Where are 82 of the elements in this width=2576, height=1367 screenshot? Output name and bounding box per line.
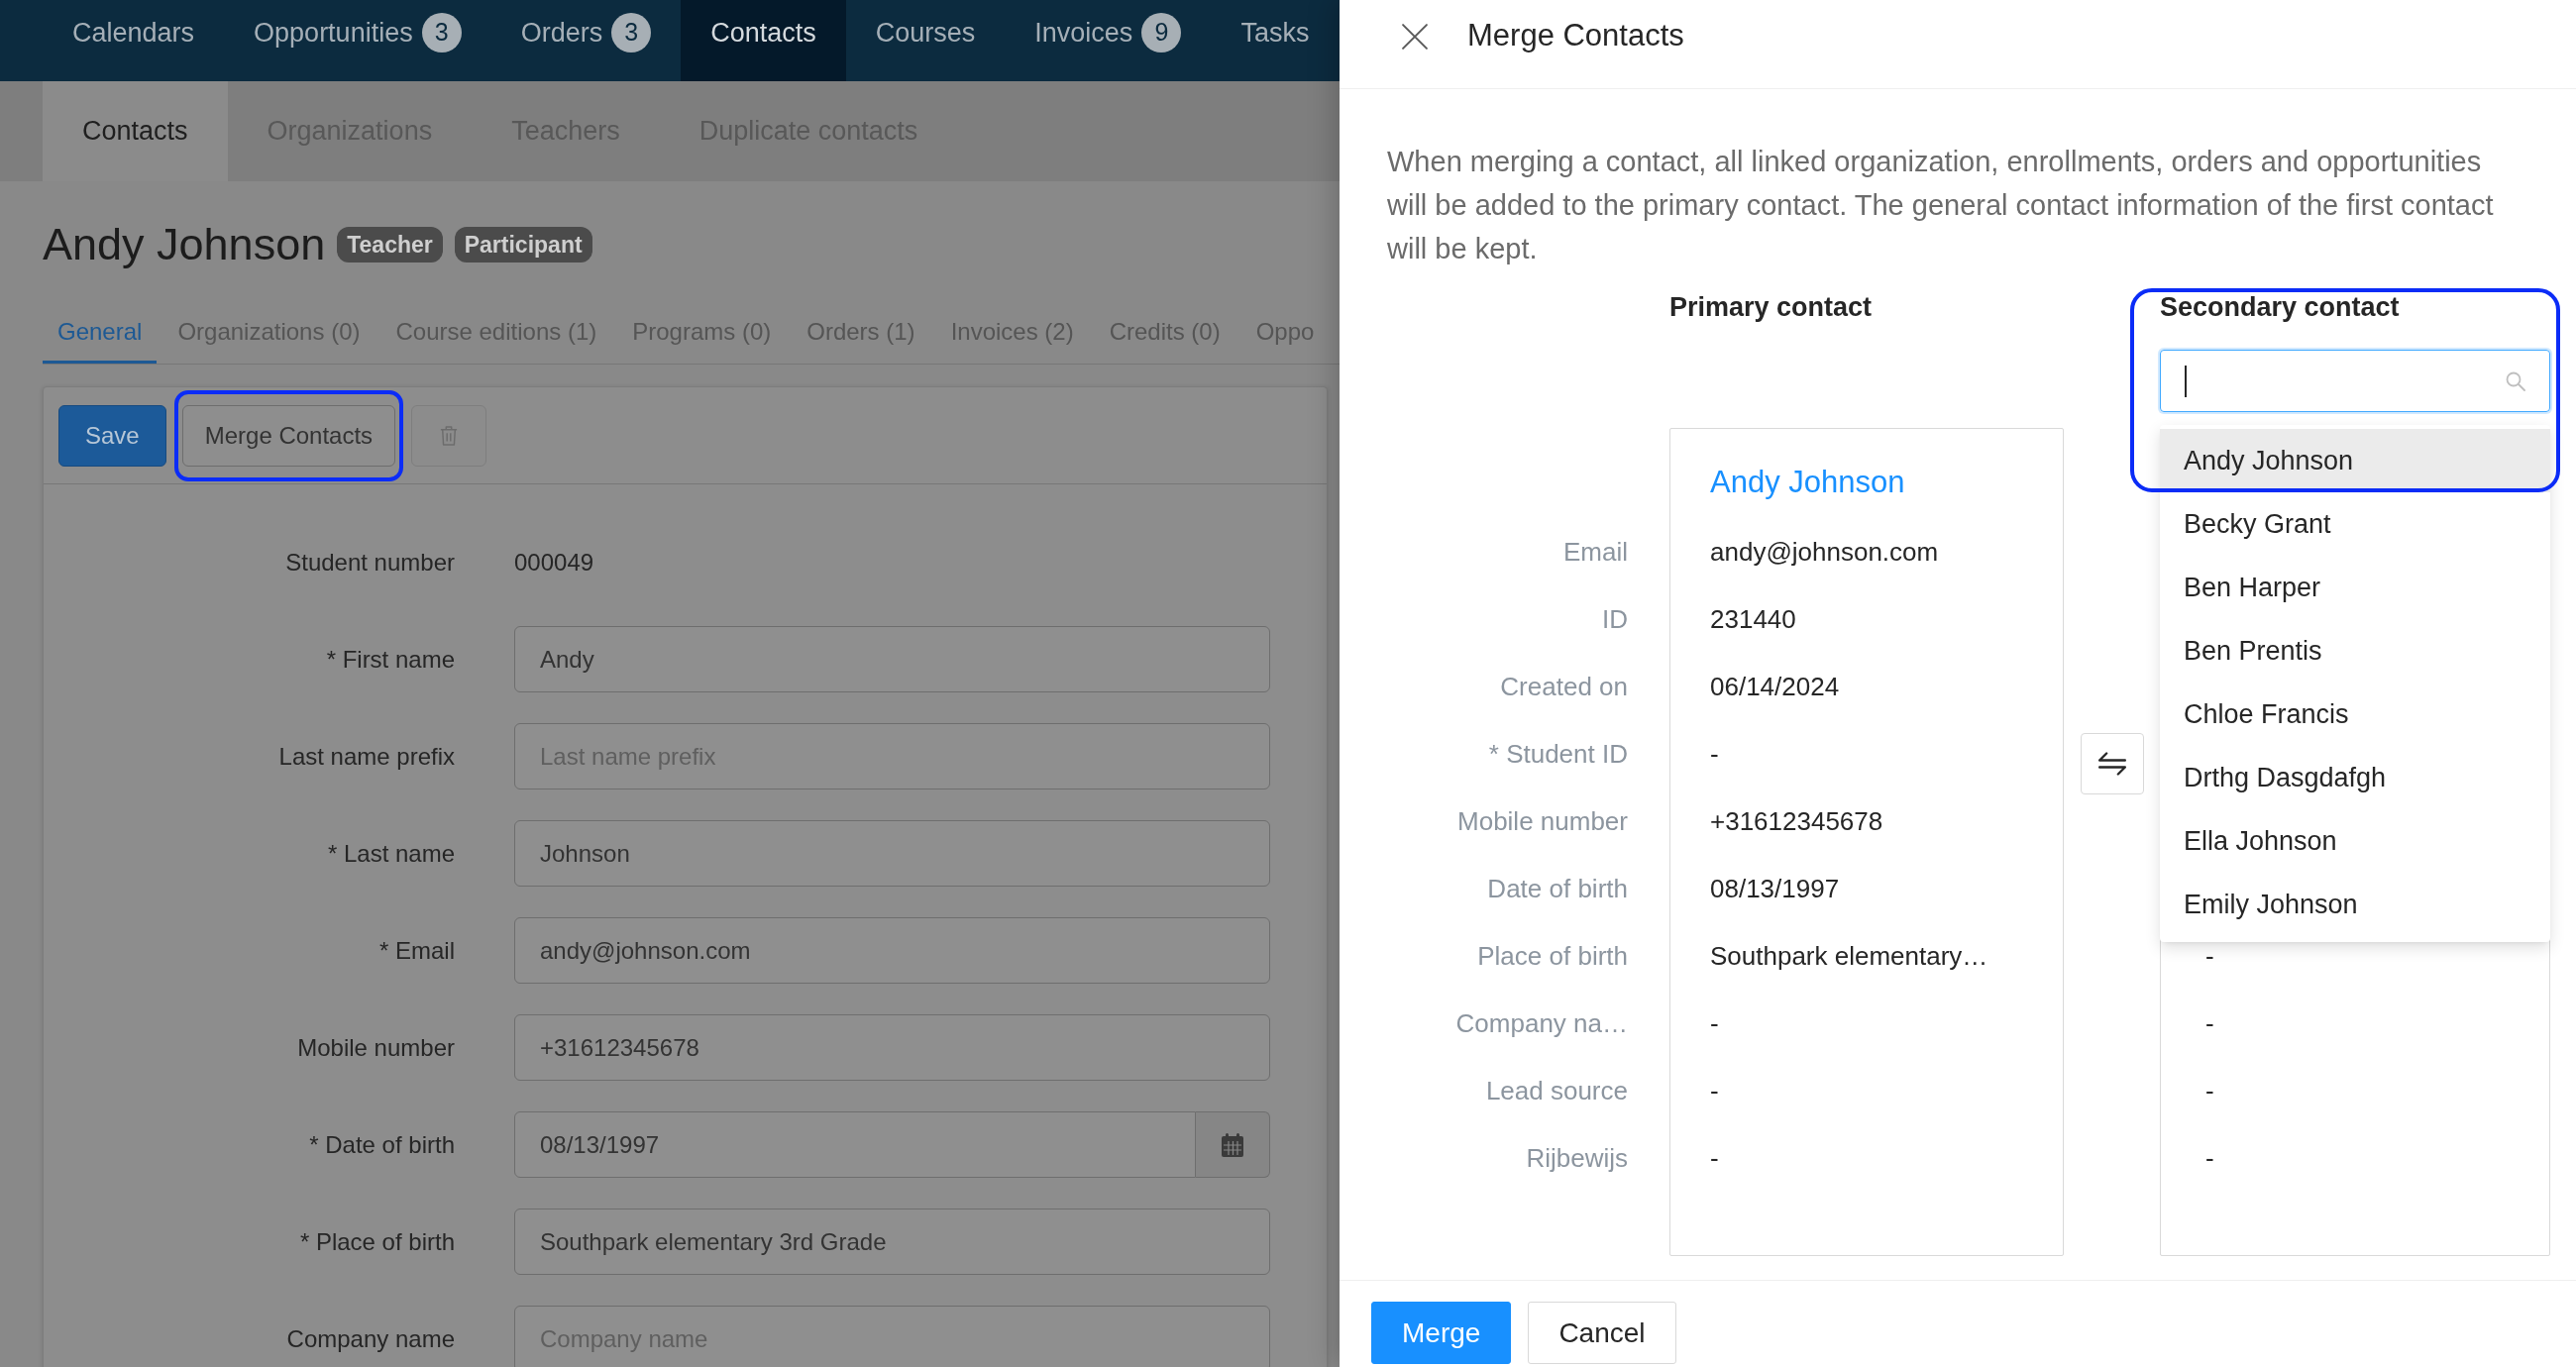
calendar-button[interactable] bbox=[1196, 1111, 1270, 1178]
field-label: Date of birth bbox=[1486, 872, 1628, 905]
text-field[interactable]: Southpark elementary 3rd Grade bbox=[514, 1209, 1270, 1275]
date-field[interactable]: 08/13/1997 bbox=[514, 1111, 1196, 1178]
field-label: * Place of birth bbox=[298, 1226, 455, 1257]
dropdown-option[interactable]: Emily Johnson bbox=[2160, 873, 2550, 936]
field-value: - bbox=[1710, 1141, 1720, 1175]
field-value: - bbox=[2205, 1006, 2215, 1040]
count-badge: 3 bbox=[611, 13, 652, 53]
search-field[interactable] bbox=[2160, 350, 2550, 412]
dropdown-option[interactable]: Ella Johnson bbox=[2160, 809, 2550, 873]
field-label: * Date of birth bbox=[308, 1129, 455, 1160]
field-value: 08/13/1997 bbox=[1710, 872, 1841, 905]
field-value: 06/14/2024 bbox=[1710, 670, 1841, 703]
field-label: Lead source bbox=[1484, 1074, 1628, 1107]
field-label: ID bbox=[1601, 602, 1628, 636]
field-label: * Student ID bbox=[1487, 737, 1628, 771]
drawer-title: Merge Contacts bbox=[1467, 17, 1684, 55]
swap-button[interactable] bbox=[2081, 733, 2144, 794]
count-badge: 3 bbox=[421, 13, 462, 53]
text-field[interactable]: Johnson bbox=[514, 820, 1270, 887]
dropdown-option[interactable]: Ben Prentis bbox=[2160, 619, 2550, 683]
field-label: * Email bbox=[377, 935, 455, 966]
nav-item[interactable]: Calendars bbox=[43, 0, 225, 81]
field-label: Mobile number bbox=[296, 1032, 455, 1063]
dropdown-option[interactable]: Ben Harper bbox=[2160, 556, 2550, 619]
text-field[interactable]: Andy bbox=[514, 626, 1270, 692]
count-badge: 9 bbox=[1141, 13, 1182, 53]
dropdown-option[interactable]: Becky Grant bbox=[2160, 492, 2550, 556]
field-label: Rijbewijs bbox=[1525, 1141, 1628, 1175]
merge-description: When merging a contact, all linked organization, enrollments, orders and opportunities will be added to the primary contact. The general contact information of the first contact will be kept. bbox=[1387, 145, 2495, 266]
field-value: Southpark elementary… bbox=[1710, 939, 1989, 973]
text-field[interactable]: andy@johnson.com bbox=[514, 917, 1270, 984]
field-value: 000049 bbox=[514, 547, 594, 578]
trash-icon bbox=[440, 424, 459, 447]
dropdown-option[interactable]: Chloe Francis bbox=[2160, 683, 2550, 746]
merge-button[interactable]: Merge bbox=[1371, 1302, 1512, 1364]
field-value: - bbox=[1710, 737, 1720, 771]
column-heading: Secondary contact bbox=[2160, 291, 2401, 324]
field-label: Created on bbox=[1499, 670, 1628, 703]
nav-item[interactable]: Tasks bbox=[1211, 0, 1340, 81]
field-value: - bbox=[2205, 939, 2215, 973]
search-icon bbox=[2506, 370, 2525, 391]
field-value: - bbox=[1710, 1006, 1720, 1040]
field-value: 231440 bbox=[1710, 602, 1797, 636]
close-icon bbox=[1402, 23, 1428, 50]
field-label: Company name bbox=[285, 1323, 455, 1354]
nav-item[interactable]: Courses bbox=[845, 0, 1006, 81]
field-value: - bbox=[1710, 1074, 1720, 1107]
text-cursor-icon bbox=[2185, 365, 2187, 397]
save-button[interactable]: Save bbox=[58, 404, 166, 467]
field-value: andy@johnson.com bbox=[1710, 535, 1940, 569]
tab[interactable]: General bbox=[43, 303, 158, 364]
cancel-button[interactable]: Cancel bbox=[1528, 1302, 1676, 1364]
calendar-icon bbox=[1222, 1132, 1243, 1157]
field-label: Company na… bbox=[1454, 1006, 1628, 1040]
field-label: Student number bbox=[284, 547, 455, 578]
role-badge: Participant bbox=[454, 227, 592, 263]
nav-item[interactable]: Opportunities 3 bbox=[224, 0, 491, 81]
field-label: * Last name bbox=[326, 838, 455, 869]
contact-name: Andy Johnson bbox=[43, 219, 326, 270]
close-button[interactable] bbox=[1402, 23, 1428, 50]
dropdown-option[interactable]: Drthg Dasgdafgh bbox=[2160, 746, 2550, 809]
field-value: - bbox=[2205, 1074, 2215, 1107]
nav-item[interactable]: Contacts bbox=[681, 0, 846, 81]
swap-icon bbox=[2098, 752, 2126, 776]
field-label: Place of birth bbox=[1476, 939, 1628, 973]
field-value: +31612345678 bbox=[1710, 804, 1884, 838]
dropdown-option[interactable]: Andy Johnson bbox=[2160, 429, 2550, 492]
role-badge: Teacher bbox=[337, 227, 443, 263]
nav-item[interactable]: Invoices 9 bbox=[1005, 0, 1212, 81]
column-heading: Primary contact bbox=[1669, 291, 1874, 324]
merge-contacts-button[interactable]: Merge Contacts bbox=[181, 404, 396, 467]
text-field[interactable]: +31612345678 bbox=[514, 1014, 1270, 1081]
sub-tab[interactable]: Contacts bbox=[43, 81, 228, 181]
nav-item[interactable]: Orders 3 bbox=[490, 0, 682, 81]
field-label: * First name bbox=[325, 644, 455, 675]
field-label: Mobile number bbox=[1456, 804, 1628, 838]
contact-name-link[interactable]: Andy Johnson bbox=[1710, 462, 2063, 503]
field-value: - bbox=[2205, 1141, 2215, 1175]
field-label: Last name prefix bbox=[277, 741, 455, 772]
field-label: Email bbox=[1562, 535, 1628, 569]
